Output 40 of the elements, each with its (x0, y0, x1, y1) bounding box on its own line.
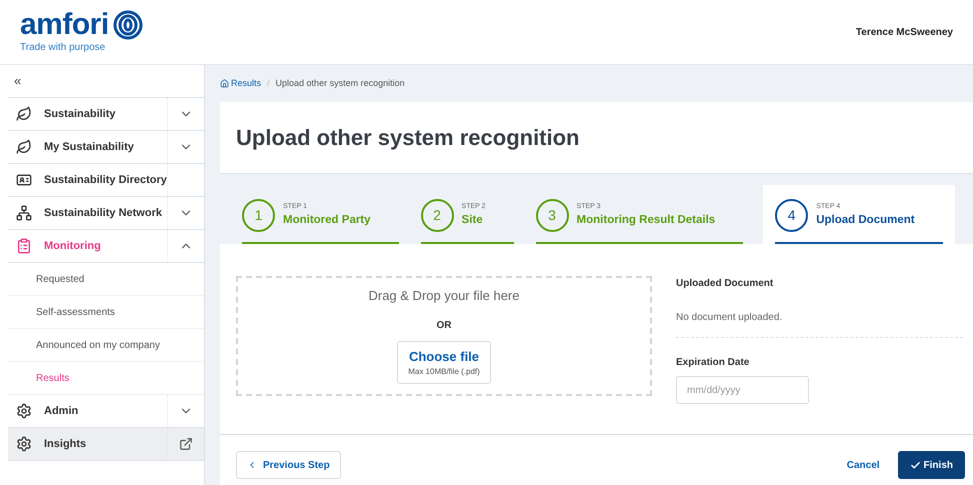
sidebar-subitem[interactable]: Self-assessments (8, 296, 204, 329)
leaf-icon (16, 139, 32, 155)
breadcrumb-current: Upload other system recognition (276, 76, 405, 90)
drop-prompt: Drag & Drop your file here (368, 287, 520, 305)
clipboard-icon (16, 238, 32, 254)
sidebar-item[interactable]: Monitoring (8, 230, 204, 263)
leaf-icon (16, 106, 32, 122)
drop-zone[interactable]: Drag & Drop your file here OR Choose file Max 10MB/file (.pdf) (236, 276, 652, 396)
uploaded-heading: Uploaded Document (676, 277, 774, 291)
sidebar-item[interactable]: Sustainability (8, 98, 204, 131)
external-link-icon[interactable] (179, 437, 193, 451)
uploaded-status: No document uploaded. (676, 310, 963, 338)
brand-tagline: Trade with purpose (20, 40, 106, 54)
logo-icon (112, 10, 143, 40)
breadcrumb-link[interactable]: Results (220, 76, 262, 90)
finish-button[interactable]: Finish (898, 451, 965, 479)
collapse-button[interactable]: « (14, 71, 22, 91)
page-title: Upload other system recognition (236, 124, 580, 152)
user-name[interactable]: Terence McSweeney (856, 24, 953, 40)
sidebar-item[interactable]: My Sustainability (8, 131, 204, 164)
sidebar-item[interactable]: Insights (8, 428, 204, 461)
brand-name: amfori (20, 10, 109, 40)
sidebar-subitem[interactable]: Requested (8, 263, 204, 296)
date-input-field[interactable]: mm/dd/yyyy (676, 376, 809, 404)
breadcrumb-separator: / (267, 76, 270, 90)
sidebar-item[interactable]: Admin (8, 395, 204, 428)
check-icon (910, 460, 921, 470)
settings-icon (16, 403, 32, 419)
id-card-icon (16, 172, 32, 188)
home-icon (220, 79, 229, 88)
or-label: OR (436, 318, 452, 332)
network-icon (16, 205, 32, 221)
cancel-button[interactable]: Cancel (846, 458, 880, 472)
previous-step-button[interactable]: Previous Step (236, 451, 341, 479)
choose-file-button[interactable]: Choose file Max 10MB/file (.pdf) (397, 340, 491, 384)
sidebar-item[interactable]: Sustainability Network (8, 197, 204, 230)
expiration-label: Expiration Date (676, 356, 750, 370)
sidebar-subitem[interactable]: Announced on my company (8, 329, 204, 362)
sidebar-item[interactable]: Sustainability Directory (8, 164, 204, 197)
gear-icon (16, 436, 32, 452)
